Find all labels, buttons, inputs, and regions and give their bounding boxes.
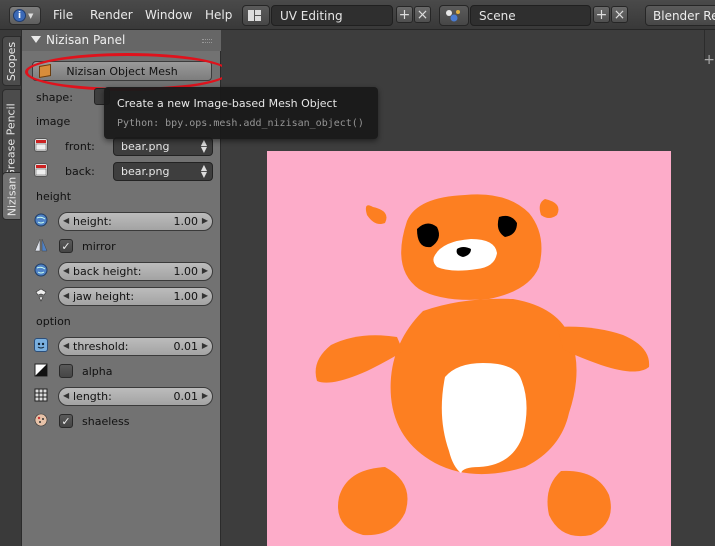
threshold-field[interactable]: ◀ threshold: 0.01 ▶	[58, 337, 213, 356]
alpha-checkbox[interactable]	[59, 364, 73, 378]
globe-icon	[34, 213, 48, 227]
front-image-dropdown[interactable]: bear.png ▲ ▼	[113, 137, 213, 156]
bear-image-canvas[interactable]	[267, 151, 671, 546]
remove-screen-button[interactable]: ×	[414, 6, 431, 23]
front-image-value: bear.png	[121, 140, 170, 153]
length-value: 0.01	[173, 390, 199, 403]
mirror-checkbox[interactable]: ✓	[59, 239, 73, 253]
threshold-value: 0.01	[173, 340, 199, 353]
drag-grip-icon[interactable]	[202, 39, 212, 43]
image-section-label: image	[36, 115, 71, 128]
tab-nizisan[interactable]: Nizisan	[2, 172, 21, 220]
plus-icon[interactable]: +	[703, 52, 715, 68]
decrement-arrow-icon[interactable]: ◀	[63, 391, 69, 400]
highlight-ring	[25, 53, 230, 91]
increment-arrow-icon[interactable]: ▶	[202, 341, 208, 350]
material-icon	[34, 413, 48, 427]
height-field[interactable]: ◀ height: 1.00 ▶	[58, 212, 213, 231]
mirror-label: mirror	[82, 240, 116, 253]
back-height-field[interactable]: ◀ back height: 1.00 ▶	[58, 262, 213, 281]
scene-icon	[446, 10, 460, 22]
menu-file[interactable]: File	[53, 8, 73, 22]
tooltip-python: Python: bpy.ops.mesh.add_nizisan_object(…	[117, 118, 364, 129]
jaw-icon	[34, 288, 48, 302]
jaw-height-label: jaw height:	[73, 290, 135, 303]
checkmark-icon: ✓	[61, 239, 71, 253]
scene-dropdown[interactable]	[439, 5, 469, 26]
tab-scopes[interactable]: Scopes	[2, 36, 21, 86]
updown-arrows-icon: ▲ ▼	[200, 163, 207, 179]
editor-type-button[interactable]: i ▼	[9, 6, 41, 25]
menu-help[interactable]: Help	[205, 8, 232, 22]
decrement-arrow-icon[interactable]: ◀	[63, 216, 69, 225]
back-image-dropdown[interactable]: bear.png ▲ ▼	[113, 162, 213, 181]
panel-header[interactable]: Nizisan Panel	[22, 30, 221, 51]
shaeless-label: shaeless	[82, 415, 130, 428]
image-icon	[34, 163, 48, 177]
tab-label: Nizisan	[5, 176, 18, 216]
mirror-icon	[34, 238, 48, 252]
increment-arrow-icon[interactable]: ▶	[202, 216, 208, 225]
increment-arrow-icon[interactable]: ▶	[202, 391, 208, 400]
front-label: front:	[65, 140, 95, 153]
info-icon: i	[13, 9, 26, 22]
remove-scene-button[interactable]: ×	[611, 6, 628, 23]
checkmark-icon: ✓	[61, 414, 71, 428]
back-image-value: bear.png	[121, 165, 170, 178]
back-height-value: 1.00	[173, 265, 199, 278]
add-scene-button[interactable]: +	[593, 6, 610, 23]
globe-icon	[34, 263, 48, 277]
length-field[interactable]: ◀ length: 0.01 ▶	[58, 387, 213, 406]
threshold-label: threshold:	[73, 340, 129, 353]
chevron-down-icon: ▼	[28, 11, 34, 20]
tool-tab-strip: Scopes Grease Pencil Nizisan	[0, 30, 22, 546]
layout-grid-icon	[248, 10, 261, 21]
shape-label: shape:	[36, 91, 73, 104]
grid-icon	[34, 388, 48, 402]
render-engine-dropdown[interactable]: Blender Render	[645, 5, 715, 26]
plus-icon: +	[398, 6, 411, 23]
height-section-label: height	[36, 190, 72, 203]
increment-arrow-icon[interactable]: ▶	[202, 291, 208, 300]
screen-layout-dropdown[interactable]	[242, 5, 270, 26]
jaw-height-value: 1.00	[173, 290, 199, 303]
add-screen-button[interactable]: +	[396, 6, 413, 23]
panel-title: Nizisan Panel	[46, 33, 126, 47]
image-icon	[34, 138, 48, 152]
tooltip: Create a new Image-based Mesh Object Pyt…	[104, 87, 378, 139]
decrement-arrow-icon[interactable]: ◀	[63, 291, 69, 300]
collapse-arrow-icon[interactable]	[31, 36, 41, 43]
height-label: height:	[73, 215, 112, 228]
length-label: length:	[73, 390, 112, 403]
updown-arrows-icon: ▲ ▼	[200, 138, 207, 154]
top-header-bar: i ▼ File Render Window Help UV Editing +…	[0, 0, 715, 30]
tab-label: Scopes	[5, 41, 18, 81]
alpha-label: alpha	[82, 365, 113, 378]
bear-image	[315, 194, 650, 537]
increment-arrow-icon[interactable]: ▶	[202, 266, 208, 275]
option-section-label: option	[36, 315, 71, 328]
alpha-icon	[34, 363, 48, 377]
threshold-icon	[34, 338, 48, 352]
jaw-height-field[interactable]: ◀ jaw height: 1.00 ▶	[58, 287, 213, 306]
close-icon: ×	[613, 6, 626, 23]
menu-render[interactable]: Render	[90, 8, 133, 22]
close-icon: ×	[416, 6, 429, 23]
shaeless-checkbox[interactable]: ✓	[59, 414, 73, 428]
decrement-arrow-icon[interactable]: ◀	[63, 266, 69, 275]
decrement-arrow-icon[interactable]: ◀	[63, 341, 69, 350]
height-value: 1.00	[173, 215, 199, 228]
plus-icon: +	[595, 6, 608, 23]
back-height-label: back height:	[73, 265, 142, 278]
tab-label: Grease Pencil	[5, 103, 19, 178]
back-label: back:	[65, 165, 95, 178]
tooltip-title: Create a new Image-based Mesh Object	[117, 97, 337, 110]
screen-layout-name[interactable]: UV Editing	[271, 5, 393, 26]
scene-name[interactable]: Scene	[470, 5, 591, 26]
menu-window[interactable]: Window	[145, 8, 192, 22]
